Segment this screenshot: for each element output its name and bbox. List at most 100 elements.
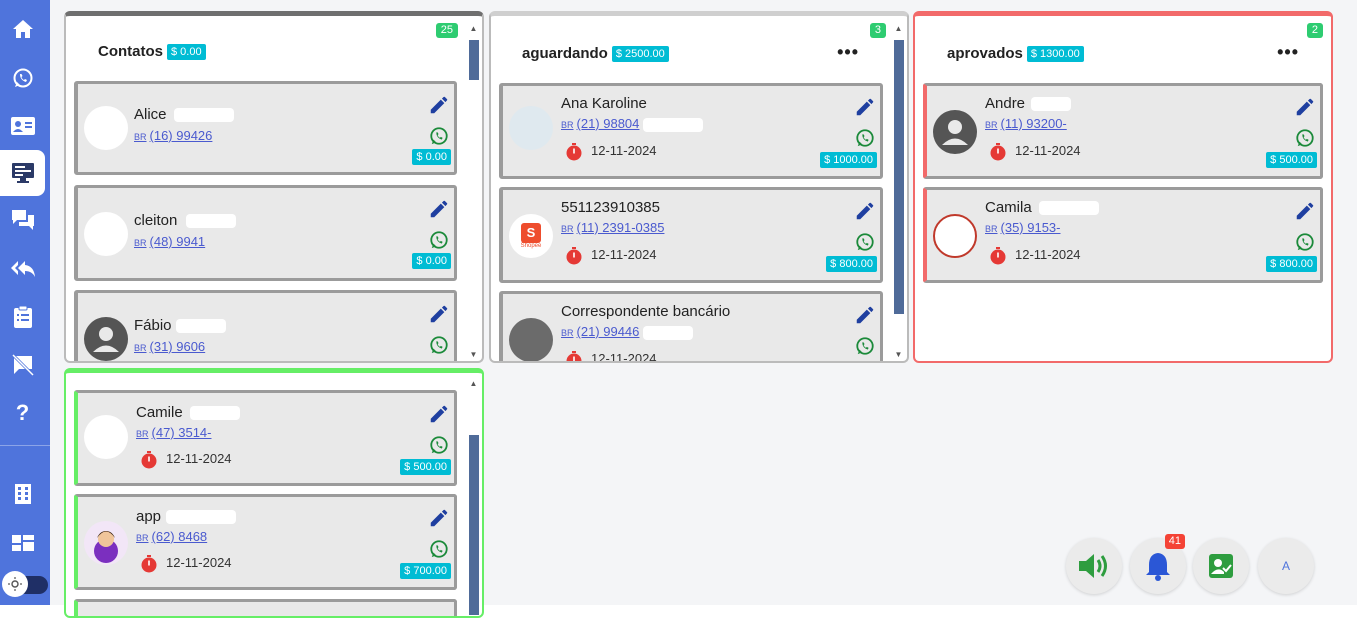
toggle-knob [2,571,28,597]
country-code: BR [136,429,149,439]
card-phone[interactable]: BR (31) 9606 [134,339,205,354]
contact-card[interactable]: Correspondente bancário BR (21) 99446 12-… [499,291,883,361]
card-name: Alice [134,106,167,123]
whatsapp-icon[interactable] [855,232,875,252]
card-phone[interactable]: BR (62) 8468 [136,529,207,544]
contacts-check-button[interactable] [1193,538,1249,594]
edit-icon[interactable] [1294,96,1316,118]
phone-number: (21) 99446 [576,324,640,339]
column-scrollbar[interactable]: ▲ ▼ [892,24,905,361]
edit-icon[interactable] [854,96,876,118]
sound-toggle-button[interactable] [1066,538,1122,594]
card-phone[interactable]: BR (16) 99426 [134,128,212,143]
card-phone[interactable]: BR (21) 99446 [561,324,639,339]
contact-card[interactable]: Alice BR (16) 99426 $ 0.00 [74,81,457,175]
phone-number: (48) 9941 [149,234,206,249]
edit-icon[interactable] [428,403,450,425]
edit-icon[interactable] [428,94,450,116]
clipboard-list-icon [13,305,32,328]
contact-card[interactable]: S Shopee 551123910385 BR (11) 2391-0385 1… [499,187,883,283]
contact-card[interactable]: Fábio BR (31) 9606 [74,290,457,361]
column-scrollbar[interactable]: ▲ ▼ [467,24,480,361]
card-date: 12-11-2024 [1015,143,1081,158]
column-total-badge: $ 1300.00 [1026,45,1084,62]
sidebar-item-speaker-off[interactable] [0,342,45,388]
scroll-thumb[interactable] [469,435,479,615]
sidebar-item-company[interactable] [0,471,45,517]
card-phone[interactable]: BR (11) 2391-0385 [561,220,664,235]
card-name: cleiton [134,212,178,229]
shopee-bag-icon: S [521,223,541,243]
sidebar-item-clipboard[interactable] [0,294,45,340]
user-initial: A [1281,559,1290,573]
card-phone[interactable]: BR (21) 98804 [561,116,639,131]
scroll-down-arrow[interactable]: ▼ [467,350,480,360]
card-phone[interactable]: BR (35) 9153- [985,220,1061,235]
card-value-badge: $ 800.00 [1266,256,1317,272]
column-menu-button[interactable]: ••• [837,42,859,63]
card-value-badge: $ 0.00 [412,149,451,165]
reply-all-icon [10,261,35,277]
volume-icon [1079,554,1107,578]
scroll-up-arrow[interactable]: ▲ [892,24,905,34]
contact-card[interactable]: Ana Karoline BR (21) 98804 12-11-2024 $ 1… [499,83,883,179]
avatar [509,318,553,361]
home-icon [12,20,33,38]
whatsapp-icon[interactable] [855,128,875,148]
column-menu-button[interactable]: ••• [1277,42,1299,63]
card-name: Fábio [134,317,172,334]
sidebar-item-whatsapp[interactable] [0,55,45,101]
scroll-down-arrow[interactable]: ▼ [892,350,905,360]
sidebar-item-chats[interactable] [0,197,45,243]
theme-toggle[interactable] [2,571,48,597]
card-phone[interactable]: BR (11) 93200- [985,116,1067,131]
edit-icon[interactable] [428,198,450,220]
contact-card[interactable]: cleiton BR (48) 9941 $ 0.00 [74,185,457,281]
whatsapp-icon[interactable] [855,336,875,356]
timer-icon [141,451,157,469]
timer-icon [566,143,582,161]
card-date: 12-11-2024 [591,247,657,262]
scroll-thumb[interactable] [469,40,479,80]
notifications-button[interactable]: 41 [1130,534,1186,594]
sidebar-item-dashboard[interactable] [0,520,45,566]
whatsapp-icon[interactable] [1295,232,1315,252]
column-scrollbar[interactable]: ▲ [467,379,480,616]
contact-card[interactable]: Camila BR (35) 9153- 12-11-2024 $ 800.00 [923,187,1323,283]
column-title: Contatos $ 0.00 [98,43,206,60]
card-phone[interactable]: BR (48) 9941 [134,234,205,249]
whatsapp-icon[interactable] [429,335,449,355]
user-avatar-button[interactable]: A [1258,538,1314,594]
column-count-badge: 2 [1306,23,1323,38]
redacted-text [643,118,703,132]
card-date: 12-11-2024 [166,555,232,570]
redacted-text [190,406,240,420]
whatsapp-icon[interactable] [429,126,449,146]
building-icon [14,484,31,504]
scroll-up-arrow[interactable]: ▲ [467,24,480,34]
card-value-badge: $ 500.00 [400,459,451,475]
scroll-thumb[interactable] [894,40,904,314]
contact-card[interactable]: Andre BR (11) 93200- 12-11-2024 $ 500.00 [923,83,1323,179]
sidebar-item-reply-all[interactable] [0,246,45,292]
whatsapp-icon[interactable] [429,230,449,250]
sidebar-item-help[interactable]: ? [0,390,45,436]
edit-icon[interactable] [854,304,876,326]
scroll-up-arrow[interactable]: ▲ [467,379,480,389]
contact-card[interactable]: app BR (62) 8468 12-11-2024 $ 700.00 [74,494,457,590]
sidebar-item-contacts[interactable] [0,103,45,149]
edit-icon[interactable] [428,507,450,529]
sidebar-item-kanban[interactable] [0,150,45,196]
card-phone[interactable]: BR (47) 3514- [136,425,212,440]
whatsapp-icon[interactable] [429,435,449,455]
edit-icon[interactable] [1294,200,1316,222]
contact-card[interactable]: Camile BR (47) 3514- 12-11-2024 $ 500.00 [74,390,457,486]
edit-icon[interactable] [854,200,876,222]
column-title-text: Contatos [98,43,163,60]
contact-card[interactable] [74,599,457,616]
whatsapp-icon[interactable] [1295,128,1315,148]
edit-icon[interactable] [428,303,450,325]
help-icon: ? [15,400,30,425]
sidebar-item-home[interactable] [0,6,45,52]
whatsapp-icon[interactable] [429,539,449,559]
